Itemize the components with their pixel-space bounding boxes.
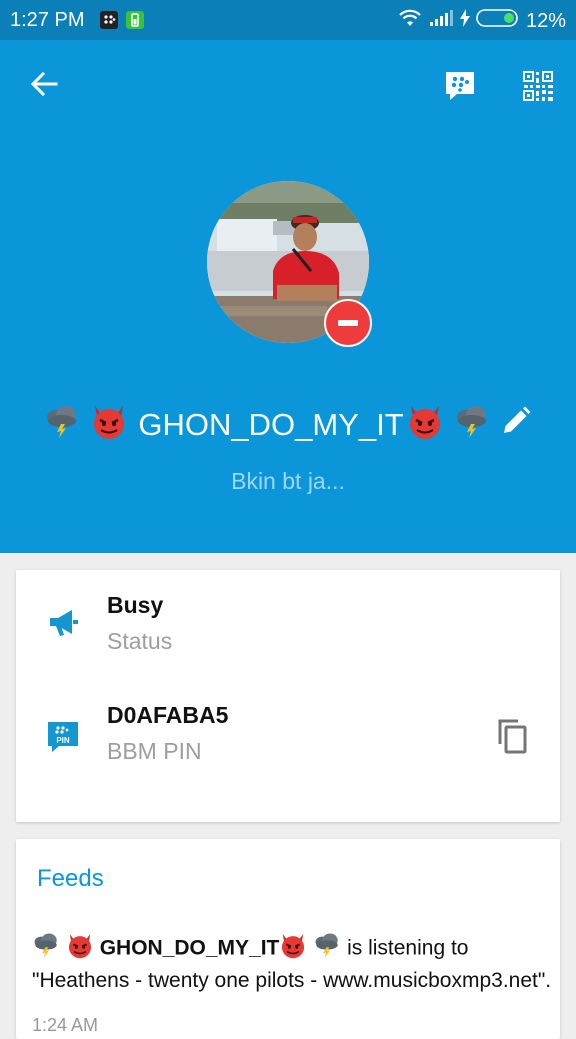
- display-name: GHON_DO_MY_IT: [138, 407, 404, 442]
- feed-item[interactable]: GHON_DO_MY_IT is listening to "Heathens …: [32, 931, 552, 995]
- pin-row[interactable]: PIN D0AFABA5 BBM PIN: [16, 680, 560, 770]
- pencil-icon: [503, 406, 531, 433]
- devil-face-icon: [406, 402, 444, 448]
- bbm-chat-icon: [446, 72, 474, 100]
- busy-status-badge: [324, 299, 372, 347]
- edit-name-button[interactable]: [500, 405, 532, 445]
- battery-percent: 12%: [525, 9, 566, 32]
- pin-badge-text: PIN: [56, 736, 70, 745]
- profile-avatar[interactable]: [207, 181, 372, 347]
- storm-cloud-icon: [313, 932, 341, 966]
- status-icons: 12%: [398, 9, 566, 33]
- pin-value: D0AFABA5: [107, 702, 229, 728]
- storm-cloud-icon: [44, 404, 80, 446]
- storm-cloud-icon: [32, 932, 60, 966]
- feeds-card: Feeds GHON_DO_MY_IT is listening to "Hea…: [16, 839, 560, 1039]
- status-time: 1:27 PM: [10, 9, 85, 31]
- qr-code-icon: [523, 71, 553, 101]
- copy-pin-button[interactable]: [496, 718, 528, 759]
- arrow-left-icon: [30, 71, 58, 97]
- battery-icon: [476, 9, 520, 33]
- megaphone-icon: [46, 606, 80, 645]
- status-value: Busy: [107, 592, 164, 618]
- bbm-notification-icon: [100, 11, 118, 35]
- battery-app-icon: [126, 11, 144, 35]
- profile-header: GHON_DO_MY_IT Bkin bt ja...: [0, 40, 576, 553]
- devil-face-icon: [279, 931, 307, 967]
- status-message: Bkin bt ja...: [231, 468, 345, 494]
- back-button[interactable]: [24, 64, 64, 104]
- bbm-pin-icon: PIN: [46, 720, 80, 759]
- wifi-icon: [398, 9, 422, 33]
- devil-face-icon: [66, 931, 94, 967]
- feeds-title: Feeds: [37, 865, 104, 892]
- display-name-row: GHON_DO_MY_IT: [0, 402, 576, 448]
- storm-cloud-icon: [454, 404, 490, 446]
- status-bar: 1:27 PM 12%: [0, 0, 576, 40]
- feed-time: 1:24 AM: [32, 1015, 99, 1035]
- pin-label: BBM PIN: [107, 738, 202, 764]
- signal-icon: [428, 9, 454, 33]
- qr-code-button[interactable]: [518, 66, 558, 106]
- status-label: Status: [107, 628, 173, 654]
- status-row[interactable]: Busy Status: [16, 570, 560, 660]
- feed-author[interactable]: GHON_DO_MY_IT: [100, 937, 280, 960]
- info-card: Busy Status PIN D0AFABA5 BBM PIN: [16, 570, 560, 822]
- copy-icon: [498, 719, 527, 754]
- charging-icon: [459, 9, 470, 33]
- chat-button[interactable]: [440, 66, 480, 106]
- devil-face-icon: [90, 402, 128, 448]
